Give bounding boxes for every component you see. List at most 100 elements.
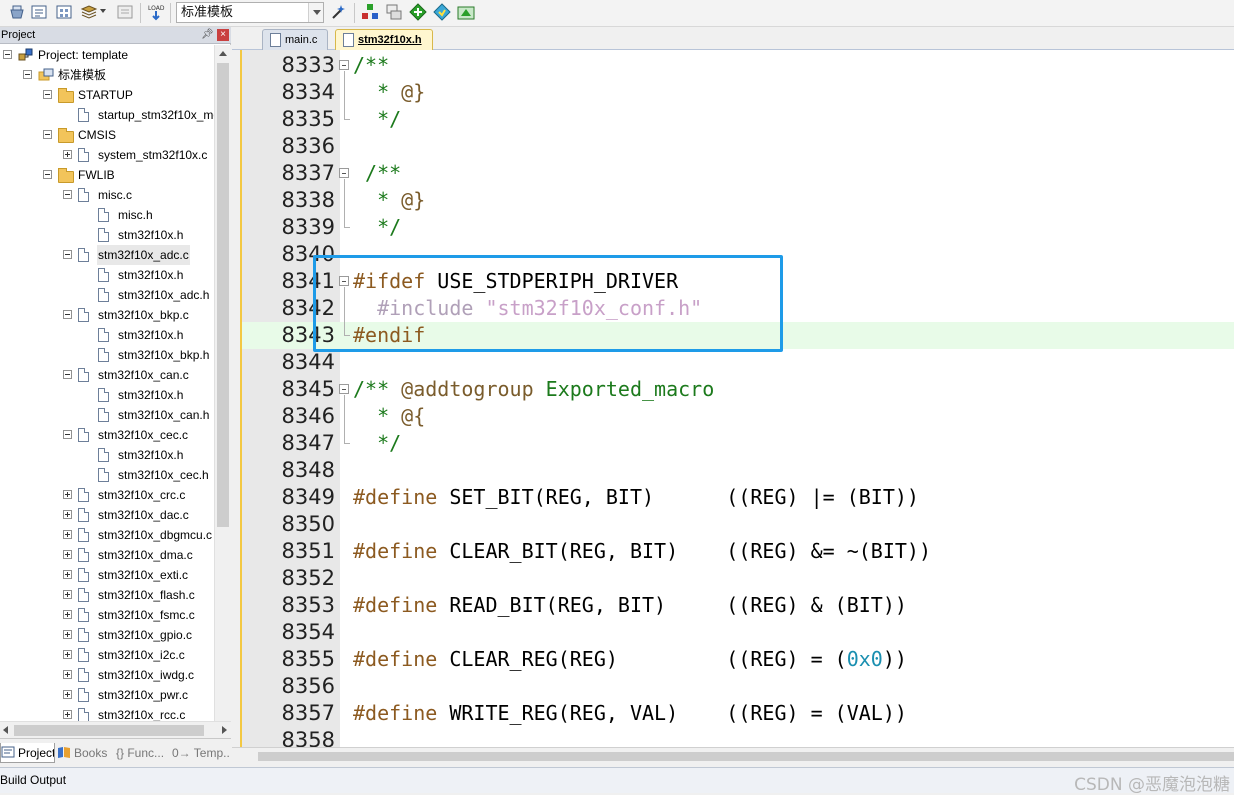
tree-file-item[interactable]: stm32f10x_adc.h bbox=[0, 285, 214, 305]
expand-icon[interactable] bbox=[63, 650, 72, 659]
fold-collapse-icon[interactable] bbox=[339, 384, 349, 394]
build-icon[interactable] bbox=[30, 3, 48, 21]
expand-icon[interactable] bbox=[63, 490, 72, 499]
code-line[interactable]: 8335 */ bbox=[242, 106, 1234, 133]
code-line[interactable]: 8347 */ bbox=[242, 430, 1234, 457]
tree-file-item[interactable]: stm32f10x.h bbox=[0, 385, 214, 405]
collapse-icon[interactable] bbox=[63, 310, 72, 319]
pack-installer-icon[interactable] bbox=[433, 3, 451, 21]
fold-collapse-icon[interactable] bbox=[339, 276, 349, 286]
code-line[interactable]: 8352 bbox=[242, 565, 1234, 592]
tree-file-item[interactable]: stm32f10x_can.c bbox=[0, 365, 214, 385]
batch-build-icon[interactable] bbox=[80, 3, 98, 21]
code-line[interactable]: 8351 #define CLEAR_BIT(REG, BIT) ((REG) &… bbox=[242, 538, 1234, 565]
expand-icon[interactable] bbox=[63, 550, 72, 559]
tree-file-item[interactable]: system_stm32f10x.c bbox=[0, 145, 214, 165]
tree-file-item[interactable]: stm32f10x_iwdg.c bbox=[0, 665, 214, 685]
collapse-icon[interactable] bbox=[63, 370, 72, 379]
collapse-icon[interactable] bbox=[23, 70, 32, 79]
code-line[interactable]: 8353 #define READ_BIT(REG, BIT) ((REG) & … bbox=[242, 592, 1234, 619]
code-line[interactable]: 8357 #define WRITE_REG(REG, VAL) ((REG) =… bbox=[242, 700, 1234, 727]
code-line[interactable]: 8338 * @} bbox=[242, 187, 1234, 214]
tab-stm32f10x-h[interactable]: stm32f10x.h bbox=[335, 29, 433, 50]
collapse-icon[interactable] bbox=[43, 90, 52, 99]
collapse-icon[interactable] bbox=[63, 250, 72, 259]
code-line[interactable]: 8333 /** bbox=[242, 52, 1234, 79]
chevron-down-icon[interactable] bbox=[308, 3, 323, 22]
expand-icon[interactable] bbox=[63, 710, 72, 719]
editor-horizontal-scrollbar[interactable] bbox=[232, 747, 1234, 765]
tree-file-item[interactable]: stm32f10x.h bbox=[0, 225, 214, 245]
expand-icon[interactable] bbox=[63, 670, 72, 679]
tree-file-item[interactable]: stm32f10x_crc.c bbox=[0, 485, 214, 505]
tab-functions[interactable]: {} Func... bbox=[116, 743, 170, 763]
expand-icon[interactable] bbox=[63, 570, 72, 579]
code-line[interactable]: 8342 #include "stm32f10x_conf.h" bbox=[242, 295, 1234, 322]
tree-file-item[interactable]: stm32f10x_can.h bbox=[0, 405, 214, 425]
scroll-up-icon[interactable] bbox=[215, 45, 232, 62]
tree-folder-item[interactable]: FWLIB bbox=[0, 165, 214, 185]
code-line[interactable]: 8348 bbox=[242, 457, 1234, 484]
code-line[interactable]: 8350 bbox=[242, 511, 1234, 538]
translate-icon[interactable] bbox=[8, 3, 26, 21]
code-line[interactable]: 8358 bbox=[242, 727, 1234, 747]
scrollbar-thumb[interactable] bbox=[14, 725, 204, 736]
close-icon[interactable]: × bbox=[217, 29, 229, 41]
collapse-icon[interactable] bbox=[43, 130, 52, 139]
expand-icon[interactable] bbox=[63, 530, 72, 539]
tree-file-item[interactable]: stm32f10x.h bbox=[0, 445, 214, 465]
tree-folder-item[interactable]: CMSIS bbox=[0, 125, 214, 145]
rebuild-icon[interactable] bbox=[55, 3, 73, 21]
tree-file-item[interactable]: stm32f10x_dma.c bbox=[0, 545, 214, 565]
code-line[interactable]: 8346 * @{ bbox=[242, 403, 1234, 430]
code-line[interactable]: 8337 /** bbox=[242, 160, 1234, 187]
scrollbar-thumb[interactable] bbox=[258, 752, 1234, 761]
tree-file-item[interactable]: stm32f10x_adc.c bbox=[0, 245, 214, 265]
tree-project-item[interactable]: Project: template bbox=[0, 45, 214, 65]
tree-file-item[interactable]: stm32f10x_gpio.c bbox=[0, 625, 214, 645]
code-line[interactable]: 8336 bbox=[242, 133, 1234, 160]
tab-templates[interactable]: 0→ Temp... bbox=[172, 743, 230, 763]
target-options-icon[interactable] bbox=[330, 3, 348, 21]
tree-folder-item[interactable]: STARTUP bbox=[0, 85, 214, 105]
tree-file-item[interactable]: stm32f10x_dac.c bbox=[0, 505, 214, 525]
expand-icon[interactable] bbox=[63, 150, 72, 159]
stop-build-icon[interactable] bbox=[116, 3, 134, 21]
tree-file-item[interactable]: stm32f10x_exti.c bbox=[0, 565, 214, 585]
tree-horizontal-scrollbar[interactable] bbox=[0, 721, 231, 738]
code-line[interactable]: 8349 #define SET_BIT(REG, BIT) ((REG) |= … bbox=[242, 484, 1234, 511]
code-line[interactable]: 8344 bbox=[242, 349, 1234, 376]
tree-file-item[interactable]: stm32f10x_flash.c bbox=[0, 585, 214, 605]
tab-main-c[interactable]: main.c bbox=[262, 29, 328, 50]
pin-icon[interactable]: 📌︎ bbox=[201, 27, 214, 43]
code-line[interactable]: 8341 #ifdef USE_STDPERIPH_DRIVER bbox=[242, 268, 1234, 295]
code-line[interactable]: 8345 /** @addtogroup Exported_macro bbox=[242, 376, 1234, 403]
expand-icon[interactable] bbox=[63, 590, 72, 599]
code-line[interactable]: 8334 * @} bbox=[242, 79, 1234, 106]
tree-file-item[interactable]: misc.h bbox=[0, 205, 214, 225]
fold-collapse-icon[interactable] bbox=[339, 168, 349, 178]
code-line[interactable]: 8340 bbox=[242, 241, 1234, 268]
tree-file-item[interactable]: stm32f10x_bkp.h bbox=[0, 345, 214, 365]
fold-collapse-icon[interactable] bbox=[339, 60, 349, 70]
tree-file-item[interactable]: stm32f10x_fsmc.c bbox=[0, 605, 214, 625]
tree-file-item[interactable]: stm32f10x_cec.c bbox=[0, 425, 214, 445]
file-extensions-icon[interactable] bbox=[385, 3, 403, 21]
batch-build-dropdown-icon[interactable] bbox=[100, 9, 106, 13]
tree-file-item[interactable]: stm32f10x_bkp.c bbox=[0, 305, 214, 325]
code-line[interactable]: 8339 */ bbox=[242, 214, 1234, 241]
tree-file-item[interactable]: startup_stm32f10x_md.s bbox=[0, 105, 214, 125]
download-icon[interactable]: LOAD bbox=[147, 3, 165, 21]
expand-icon[interactable] bbox=[63, 690, 72, 699]
collapse-icon[interactable] bbox=[63, 190, 72, 199]
tree-file-item[interactable]: stm32f10x.h bbox=[0, 325, 214, 345]
tab-books[interactable]: Books bbox=[57, 743, 111, 763]
manage-components-icon[interactable] bbox=[361, 3, 379, 21]
code-line[interactable]: 8343 #endif bbox=[242, 322, 1234, 349]
select-packs-icon[interactable] bbox=[409, 3, 427, 21]
tree-file-item[interactable]: stm32f10x_dbgmcu.c bbox=[0, 525, 214, 545]
code-line[interactable]: 8356 bbox=[242, 673, 1234, 700]
scrollbar-thumb[interactable] bbox=[217, 63, 229, 527]
tree-file-item[interactable]: stm32f10x_i2c.c bbox=[0, 645, 214, 665]
run-time-env-icon[interactable] bbox=[457, 3, 475, 21]
